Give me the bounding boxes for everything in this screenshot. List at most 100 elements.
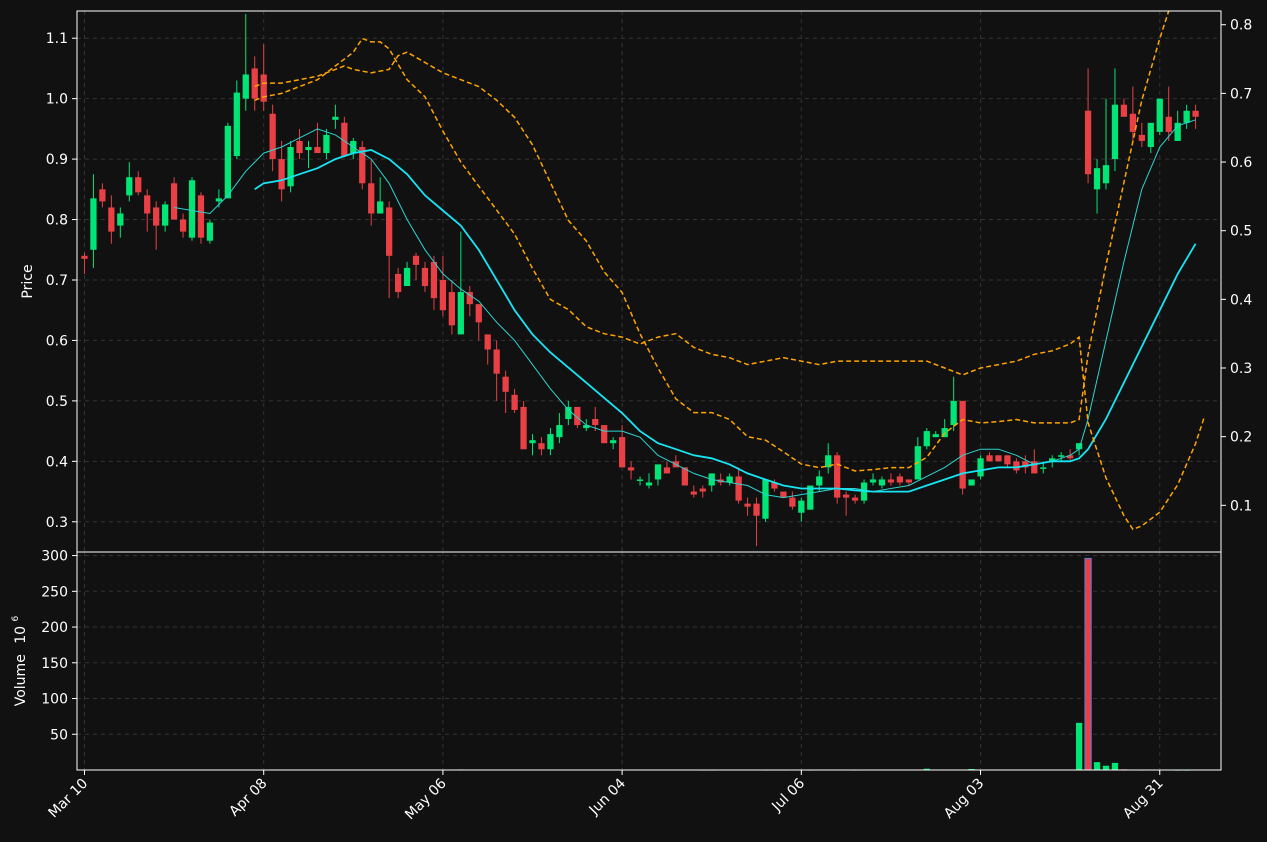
candle-body — [81, 255, 88, 259]
price-tick-label: 0.9 — [46, 152, 68, 168]
candle-body — [448, 292, 456, 326]
candle-body — [1138, 134, 1145, 141]
candle-body — [753, 503, 760, 516]
candle-body — [1058, 455, 1065, 457]
right-tick-label: 0.2 — [1230, 430, 1252, 446]
volume-bar — [1093, 762, 1101, 770]
candle-body — [816, 476, 823, 486]
candle-body — [377, 201, 384, 214]
volume-axis-label-exponent: 6 — [11, 615, 21, 621]
candle-body — [529, 440, 536, 444]
candle-body — [332, 116, 339, 120]
candle-body — [520, 406, 527, 450]
volume-tick-label: 100 — [41, 692, 68, 708]
candle-body — [932, 434, 939, 438]
volume-tick-label: 300 — [41, 549, 68, 565]
candle-body — [1183, 110, 1190, 123]
candlestick-chart: 0.3 0.4 0.5 0.6 0.7 0.8 0.9 1.0 1.1 0.1 0.2 0.3 0.4 0… — [0, 0, 1267, 842]
candle-body — [206, 222, 214, 241]
candle-body — [1093, 168, 1101, 190]
candle-body — [601, 425, 608, 444]
candle-body — [90, 198, 97, 250]
candle-body — [188, 180, 196, 238]
right-tick-label: 0.3 — [1230, 361, 1252, 377]
candle-body — [179, 219, 187, 232]
candle-body — [645, 482, 653, 486]
candle-body — [726, 476, 733, 483]
candle-body — [744, 503, 751, 507]
candle-body — [287, 147, 294, 187]
price-tick-label: 0.3 — [46, 515, 68, 531]
candle-body — [968, 479, 975, 486]
candle-body — [170, 183, 178, 220]
candle-body — [215, 198, 223, 202]
candle-body — [1156, 98, 1163, 132]
candle-body — [439, 279, 447, 311]
candle-body — [99, 189, 106, 202]
candle-body — [538, 443, 545, 450]
candle-body — [735, 476, 742, 501]
right-tick-label: 0.4 — [1230, 292, 1252, 308]
candle-body — [161, 204, 169, 226]
candle-body — [789, 497, 796, 507]
price-tick-label: 1.0 — [46, 92, 68, 108]
candle-body — [923, 431, 930, 447]
candle-body — [323, 134, 330, 154]
candle-body — [117, 213, 124, 226]
candle-body — [1111, 104, 1119, 160]
candle-body — [493, 349, 500, 374]
candle-body — [278, 159, 285, 190]
candle-body — [108, 207, 115, 232]
candle-body — [1013, 461, 1020, 471]
price-tick-label: 1.1 — [46, 31, 68, 47]
right-tick-label: 0.7 — [1230, 86, 1252, 102]
candle-body — [1102, 165, 1110, 184]
candle-body — [1084, 110, 1092, 175]
price-tick-label: 0.7 — [46, 273, 68, 289]
candle-body — [887, 479, 895, 483]
candle-body — [878, 479, 886, 486]
candle-body — [780, 491, 787, 498]
volume-axis-label: Volume 10 6 — [11, 615, 29, 706]
candle-body — [610, 440, 617, 444]
candle-body — [269, 113, 276, 160]
candle-body — [851, 497, 859, 501]
candle-body — [834, 455, 841, 498]
candle-body — [153, 207, 160, 226]
candle-body — [314, 147, 321, 154]
candle-body — [135, 177, 142, 193]
candle-body — [403, 267, 411, 287]
candle-body — [457, 292, 464, 335]
right-tick-label: 0.5 — [1230, 224, 1252, 240]
candle-body — [762, 479, 769, 519]
candle-body — [242, 74, 249, 99]
right-tick-label: 0.1 — [1230, 498, 1252, 514]
candle-body — [412, 255, 420, 265]
candle-body — [618, 437, 626, 468]
candle-body — [1192, 110, 1199, 117]
candle-body — [144, 195, 151, 214]
candle-body — [1147, 122, 1154, 148]
volume-bar — [1102, 765, 1110, 770]
candle-body — [233, 92, 240, 157]
candle-body — [1040, 467, 1047, 469]
volume-tick-label: 250 — [41, 584, 68, 600]
volume-bar — [1075, 722, 1083, 770]
candle-body — [842, 494, 850, 498]
candle-body — [663, 467, 671, 474]
candle-body — [592, 419, 599, 426]
volume-axis-label-text: Volume — [13, 654, 29, 706]
candle-body — [547, 434, 554, 450]
candle-body — [654, 464, 662, 480]
candle-body — [896, 476, 904, 483]
candle-body — [1004, 455, 1011, 465]
candle-body — [905, 479, 912, 483]
price-tick-label: 0.6 — [46, 333, 68, 349]
right-tick-label: 0.6 — [1230, 155, 1252, 171]
candle-body — [197, 195, 205, 238]
candle-body — [977, 458, 984, 477]
candle-body — [126, 177, 133, 196]
candle-body — [386, 207, 393, 256]
candle-body — [475, 304, 482, 323]
candle-body — [869, 479, 877, 483]
